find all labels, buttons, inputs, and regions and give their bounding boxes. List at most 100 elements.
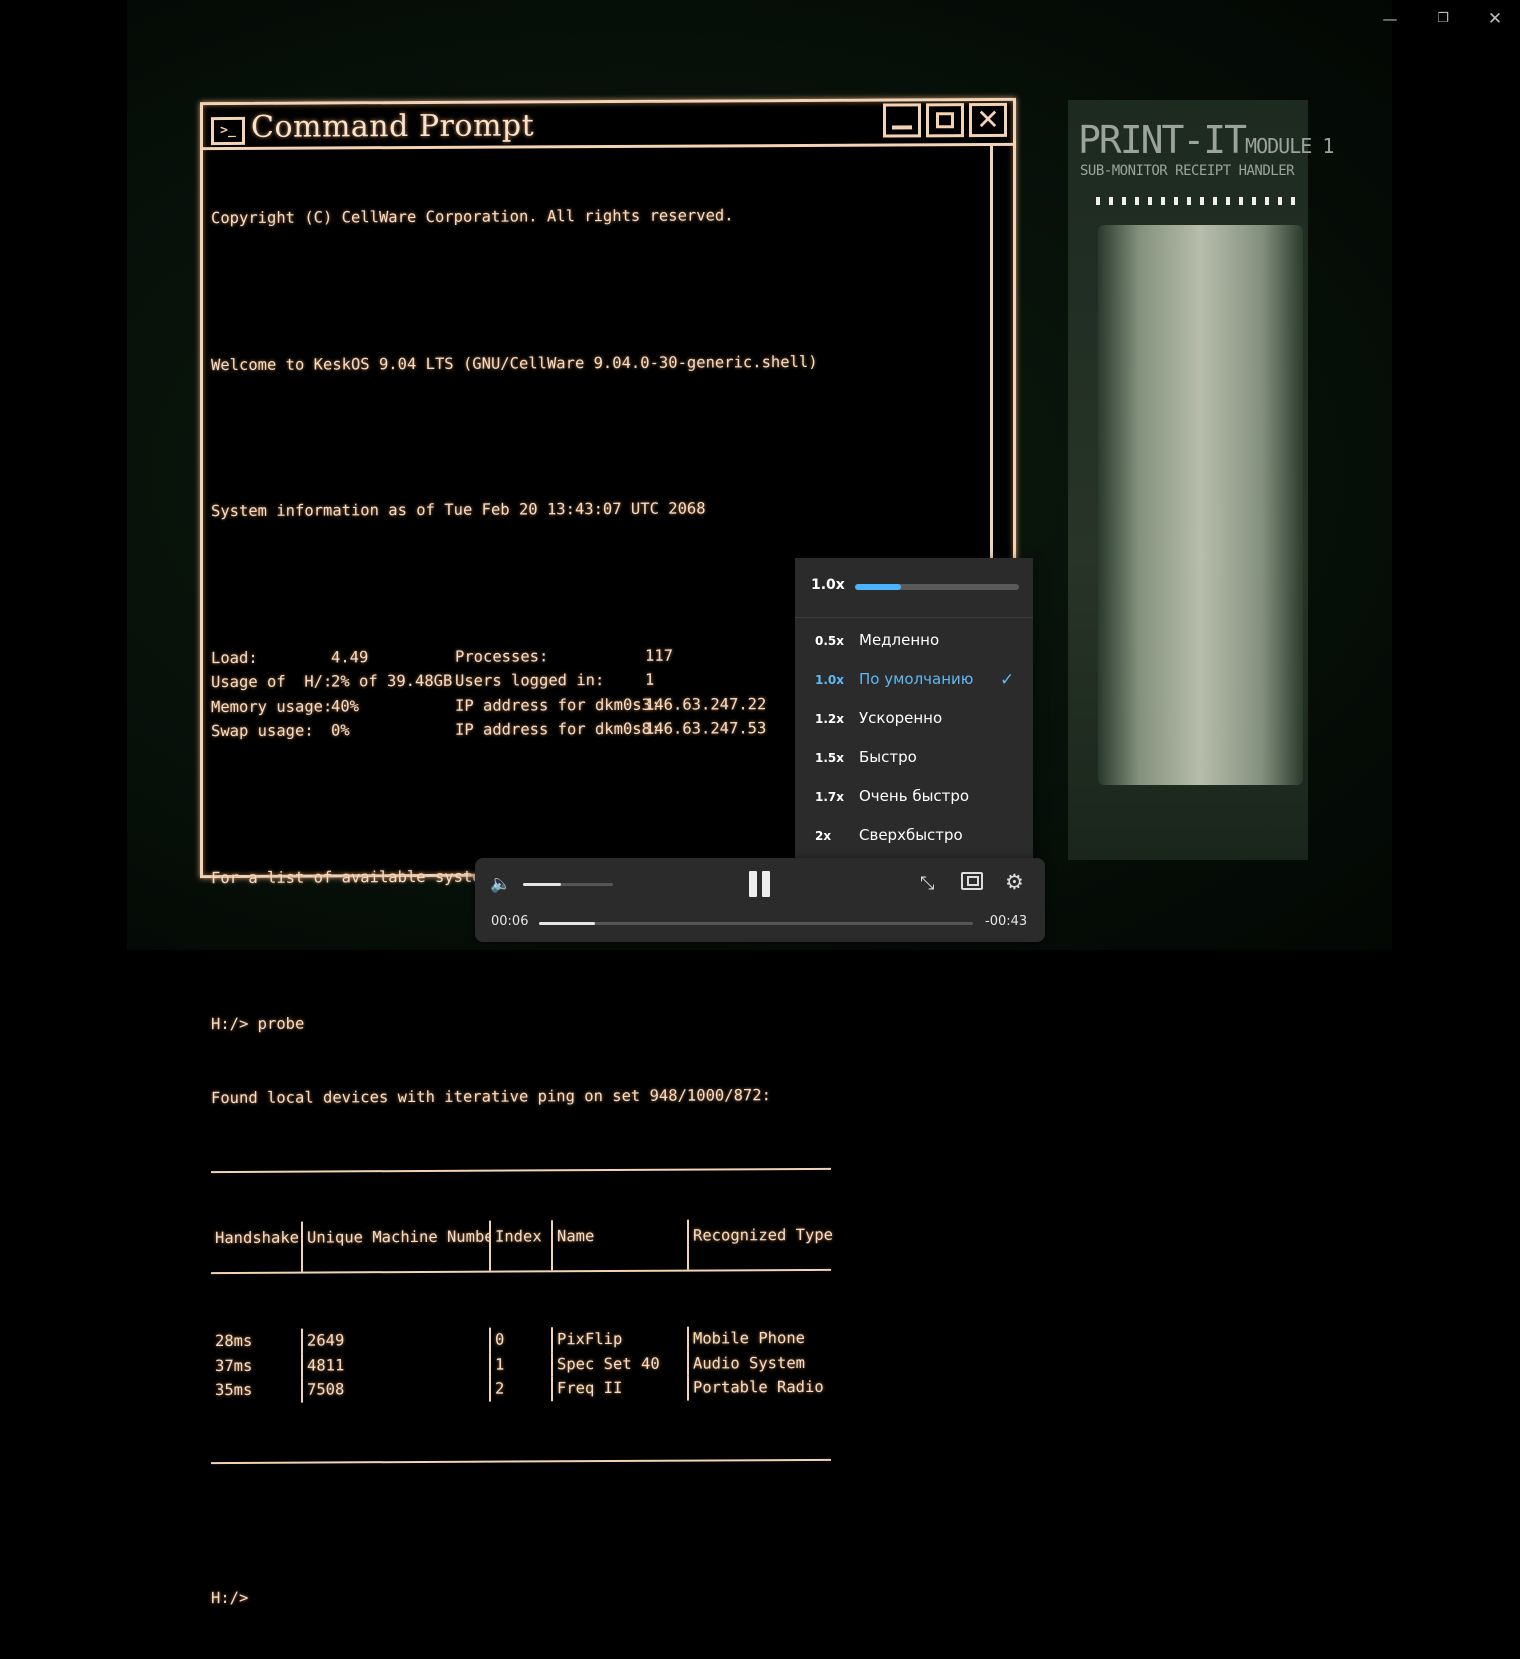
printer-subtitle: SUB-MONITOR RECEIPT HANDLER	[1080, 163, 1295, 179]
table-cell: Freq II	[551, 1375, 687, 1401]
settings-gear-icon[interactable]: ⚙	[1005, 870, 1024, 894]
compact-view-icon[interactable]: ⤡	[920, 873, 934, 894]
terminal-minimize-icon	[883, 103, 921, 138]
seek-bar-fill	[539, 922, 596, 925]
stat-label2: IP address for dkm0s3:	[455, 695, 661, 715]
table-cell: 7508	[301, 1376, 489, 1403]
stat-value: 40%	[331, 696, 359, 715]
speed-option-label: Очень быстро	[859, 787, 970, 805]
stat-label2: IP address for dkm0s8:	[455, 719, 661, 739]
table-cell: 2	[489, 1376, 551, 1402]
miniplayer-icon[interactable]	[961, 872, 983, 890]
playback-speed-menu: 1.0x 0.5x Медленно 1.0x По умолчанию ✓ 1.2x Ус…	[795, 558, 1033, 858]
table-row: 35ms 7508 2 Freq II Portable Radio	[211, 1374, 837, 1403]
stat-value2: 146.63.247.53	[645, 719, 767, 738]
speed-option-1-0x[interactable]: 1.0x По умолчанию ✓	[795, 661, 1033, 700]
letterbox-right	[1392, 0, 1520, 950]
speed-option-label: Быстро	[859, 748, 917, 766]
terminal-titlebar: >_ Command Prompt ✕	[203, 100, 1013, 151]
speed-slider-fill	[855, 584, 901, 590]
player-controls: 🔈 ⤡ ⚙ 00:06 -00:43	[475, 858, 1045, 942]
speed-current-value: 1.0x	[811, 577, 845, 593]
receipt-roll	[1098, 225, 1303, 785]
window-restore-button[interactable]: ❐	[1428, 8, 1458, 30]
terminal-close-icon: ✕	[969, 102, 1007, 138]
table-cell: PixFlip	[551, 1326, 687, 1352]
speed-option-1-7x[interactable]: 1.7x Очень быстро	[795, 778, 1033, 817]
prompt-line: H:/>	[211, 1588, 249, 1607]
table-cell: Audio System	[687, 1350, 837, 1376]
time-elapsed: 00:06	[491, 914, 529, 929]
table-cell: 35ms	[215, 1380, 253, 1400]
terminal-title: Command Prompt	[251, 108, 535, 145]
table-cell: 2649	[301, 1327, 489, 1354]
stat-label2: Processes:	[455, 646, 549, 666]
copyright-line: Copyright (C) CellWare Corporation. All …	[211, 206, 734, 228]
window-close-button[interactable]: ✕	[1480, 8, 1510, 30]
speed-option-code: 1.0x	[815, 673, 844, 687]
letterbox-left	[0, 0, 127, 950]
table-cell: 4811	[301, 1352, 489, 1378]
probe-table-header-cell: Index	[489, 1220, 551, 1271]
speed-option-2x[interactable]: 2x Сверхбыстро	[795, 817, 1033, 856]
checkmark-icon: ✓	[1000, 670, 1015, 690]
speed-option-label: Сверхбыстро	[859, 826, 963, 844]
volume-slider[interactable]	[523, 883, 613, 886]
speed-option-label: Ускоренно	[859, 709, 943, 727]
speed-option-1-2x[interactable]: 1.2x Ускоренно	[795, 700, 1033, 739]
stat-value: 4.49	[331, 647, 369, 666]
speed-option-code: 1.5x	[815, 751, 844, 765]
printer-label: PRINT-ITMODULE 1	[1078, 118, 1334, 162]
stat-value2: 146.63.247.22	[645, 694, 767, 714]
stat-value2: 1	[645, 670, 655, 689]
speed-option-label: По умолчанию	[859, 670, 974, 688]
probe-table-header-cell: Unique Machine Number	[301, 1220, 489, 1272]
sysinfo-line: System information as of Tue Feb 20 13:4…	[211, 499, 706, 521]
stat-value: 0%	[331, 721, 350, 740]
table-cell: Mobile Phone	[687, 1325, 837, 1352]
pause-button[interactable]	[747, 871, 773, 897]
probe-table-body: 28ms 2649 0 PixFlip Mobile Phone 37ms 4811 1 Spe…	[211, 1320, 837, 1413]
table-row: 37ms 4811 1 Spec Set 40 Audio System	[211, 1350, 837, 1378]
stat-label: Memory usage:	[211, 696, 333, 716]
probe-table: Handshake Unique Machine Number Index Name R…	[211, 1167, 837, 1464]
table-cell: 0	[489, 1327, 551, 1353]
table-cell: Portable Radio	[687, 1374, 837, 1401]
welcome-line: Welcome to KeskOS 9.04 LTS (GNU/CellWare…	[211, 352, 818, 374]
menu-divider	[795, 617, 1033, 618]
probe-table-header: Handshake Unique Machine Number Index Name R…	[211, 1218, 837, 1275]
probe-table-header-cell: Recognized Type	[687, 1218, 837, 1270]
speed-option-0-5x[interactable]: 0.5x Медленно	[795, 622, 1033, 661]
stat-label2: Users logged in:	[455, 671, 605, 690]
speed-option-code: 1.7x	[815, 790, 844, 804]
stat-label: Usage of H/:	[211, 672, 333, 692]
terminal-prompt-icon: >_	[211, 116, 245, 146]
time-remaining: -00:43	[985, 914, 1028, 929]
speed-option-code: 2x	[815, 829, 832, 843]
speed-option-1-5x[interactable]: 1.5x Быстро	[795, 739, 1033, 778]
printer-indicator-dots	[1096, 197, 1296, 205]
probe-table-header-cell: Name	[551, 1219, 687, 1271]
table-cell: 1	[489, 1351, 551, 1377]
table-cell: 28ms	[215, 1331, 253, 1351]
printer-module-label: MODULE 1	[1245, 134, 1334, 158]
terminal-maximize-icon	[926, 103, 964, 138]
volume-icon[interactable]: 🔈	[490, 874, 511, 894]
command-line: H:/> probe	[211, 1014, 305, 1034]
speed-slider[interactable]	[855, 584, 1019, 590]
seek-bar[interactable]	[539, 922, 973, 925]
table-cell: Spec Set 40	[551, 1351, 687, 1377]
window-minimize-button[interactable]: —	[1375, 8, 1405, 30]
stat-value2: 117	[645, 646, 673, 665]
speed-option-label: Медленно	[859, 631, 940, 649]
stat-label: Swap usage:	[211, 721, 314, 741]
table-cell: 37ms	[215, 1356, 253, 1375]
speed-option-code: 1.2x	[815, 712, 844, 726]
stat-value: 2% of 39.48GB	[331, 671, 453, 691]
stat-label: Load:	[211, 648, 258, 667]
table-row: 28ms 2649 0 PixFlip Mobile Phone	[211, 1325, 837, 1354]
found-line: Found local devices with iterative ping …	[211, 1085, 771, 1107]
speed-option-code: 0.5x	[815, 634, 844, 648]
volume-slider-fill	[523, 883, 561, 886]
probe-table-header-cell: Handshake	[215, 1228, 299, 1248]
